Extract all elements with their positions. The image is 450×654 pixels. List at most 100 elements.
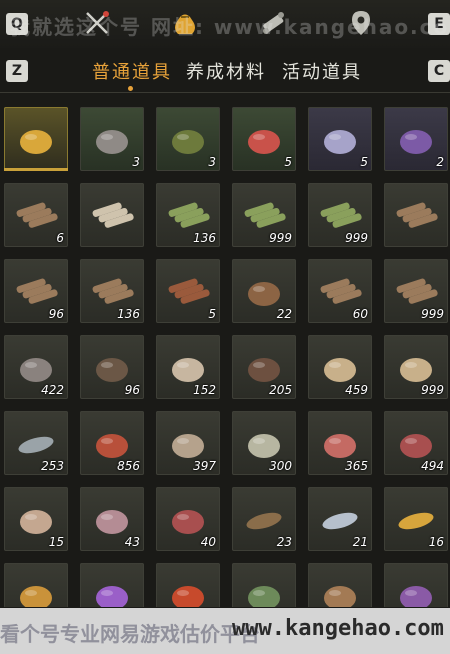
inventory-slot[interactable]: 253 — [4, 411, 68, 475]
footer-watermark-url: www.kangehao.com — [232, 616, 444, 641]
inventory-slot[interactable] — [308, 563, 372, 607]
item-count: 999 — [421, 383, 444, 397]
inventory-slot[interactable] — [384, 183, 448, 247]
inventory-slot[interactable]: 40 — [156, 487, 220, 551]
item-count: 16 — [428, 535, 444, 549]
footer-watermark-text: 看个号专业网易游戏估价平台 — [0, 622, 260, 646]
tab-growth-materials[interactable]: 养成材料 — [186, 58, 266, 84]
inventory-slot[interactable]: 422 — [4, 335, 68, 399]
inventory-slot[interactable] — [384, 563, 448, 607]
amethyst-icon — [96, 586, 128, 607]
inventory-slot[interactable]: 300 — [232, 411, 296, 475]
tab-divider — [0, 92, 450, 93]
inventory-slot[interactable]: 136 — [156, 183, 220, 247]
inventory-slot[interactable]: 2 — [384, 107, 448, 171]
item-count: 999 — [345, 231, 368, 245]
inventory-grid: 3 3 5 5 2 6 136 999 999 96 136 5 22 60 999 422 96 152 205 4… — [4, 107, 450, 607]
item-count: 60 — [352, 307, 368, 321]
inventory-slot[interactable]: 999 — [232, 183, 296, 247]
inventory-slot[interactable] — [80, 183, 144, 247]
item-count: 23 — [276, 535, 292, 549]
mortar-bowl-icon — [324, 586, 356, 607]
red-logs-icon — [168, 278, 210, 304]
inventory-slot[interactable]: 5 — [308, 107, 372, 171]
inventory-slot[interactable]: 5 — [156, 259, 220, 323]
inventory-slot[interactable] — [156, 563, 220, 607]
item-count: 152 — [193, 383, 216, 397]
cricket-icon — [172, 130, 204, 154]
inventory-slot[interactable]: 3 — [156, 107, 220, 171]
item-count: 15 — [48, 535, 64, 549]
inventory-slot[interactable] — [80, 563, 144, 607]
top-watermark: 我就选这个号 网址: www.kangehao.com — [10, 15, 450, 39]
q-hotkey[interactable]: Q — [6, 13, 28, 35]
inventory-slot[interactable]: 23 — [232, 487, 296, 551]
golden-toad-icon — [20, 130, 52, 154]
inventory-slot[interactable]: 365 — [308, 411, 372, 475]
stone-pinecone-icon — [96, 130, 128, 154]
dragonfly-icon — [324, 130, 356, 154]
inventory-slot[interactable]: 152 — [156, 335, 220, 399]
item-count: 397 — [193, 459, 216, 473]
item-count: 3 — [132, 155, 140, 169]
item-count: 96 — [48, 307, 64, 321]
inventory-slot[interactable]: 96 — [4, 259, 68, 323]
item-count: 5 — [360, 155, 368, 169]
logs-icon — [16, 202, 58, 228]
category-tabs: Z 普通道具 养成材料 活动道具 C — [0, 52, 450, 96]
inventory-slot[interactable]: 999 — [384, 259, 448, 323]
item-count: 494 — [421, 459, 444, 473]
inventory-slot[interactable]: 999 — [384, 335, 448, 399]
item-count: 136 — [117, 307, 140, 321]
inventory-slot[interactable]: 856 — [80, 411, 144, 475]
item-count: 253 — [41, 459, 64, 473]
inventory-slot[interactable]: 494 — [384, 411, 448, 475]
golden-nugget-icon — [20, 586, 52, 607]
tab-common-items[interactable]: 普通道具 — [92, 58, 172, 84]
inventory-slot[interactable]: 136 — [80, 259, 144, 323]
item-count: 2 — [436, 155, 444, 169]
inventory-slot[interactable]: 96 — [80, 335, 144, 399]
purple-herb-icon — [400, 586, 432, 607]
footer-watermark-banner: 看个号专业网易游戏估价平台 www.kangehao.com — [0, 608, 450, 654]
inventory-slot[interactable] — [4, 107, 68, 171]
herb-icon — [248, 586, 280, 607]
inventory-slot[interactable]: 6 — [4, 183, 68, 247]
item-count: 43 — [124, 535, 140, 549]
inventory-slot[interactable]: 205 — [232, 335, 296, 399]
item-count: 21 — [352, 535, 368, 549]
item-count: 6 — [56, 231, 64, 245]
red-orb-icon — [172, 586, 204, 607]
item-count: 205 — [269, 383, 292, 397]
inventory-slot[interactable]: 15 — [4, 487, 68, 551]
tab-event-items[interactable]: 活动道具 — [282, 58, 362, 84]
item-count: 365 — [345, 459, 368, 473]
item-count: 3 — [208, 155, 216, 169]
inventory-slot[interactable] — [4, 563, 68, 607]
item-count: 999 — [421, 307, 444, 321]
inventory-slot[interactable]: 60 — [308, 259, 372, 323]
crossed-swords-icon[interactable] — [82, 8, 112, 38]
logs-icon — [396, 202, 438, 228]
inventory-slot[interactable]: 397 — [156, 411, 220, 475]
item-count: 422 — [41, 383, 64, 397]
item-count: 5 — [284, 155, 292, 169]
map-pin-icon[interactable] — [346, 8, 376, 38]
inventory-slot[interactable]: 21 — [308, 487, 372, 551]
inventory-slot[interactable]: 43 — [80, 487, 144, 551]
inventory-slot[interactable] — [232, 563, 296, 607]
inventory-slot[interactable]: 5 — [232, 107, 296, 171]
z-hotkey[interactable]: Z — [6, 60, 28, 82]
active-tab-indicator — [128, 86, 133, 91]
inventory-slot[interactable]: 22 — [232, 259, 296, 323]
inventory-slot[interactable]: 459 — [308, 335, 372, 399]
money-bag-icon[interactable] — [170, 8, 200, 38]
scroll-icon[interactable] — [258, 8, 288, 38]
top-nav-bar: Q E 我就选这个号 网址: www.kangehao.com — [0, 0, 450, 48]
inventory-slot[interactable]: 16 — [384, 487, 448, 551]
inventory-slot[interactable]: 999 — [308, 183, 372, 247]
purple-flower-icon — [400, 130, 432, 154]
inventory-slot[interactable]: 3 — [80, 107, 144, 171]
e-hotkey[interactable]: E — [428, 13, 450, 35]
c-hotkey[interactable]: C — [428, 60, 450, 82]
